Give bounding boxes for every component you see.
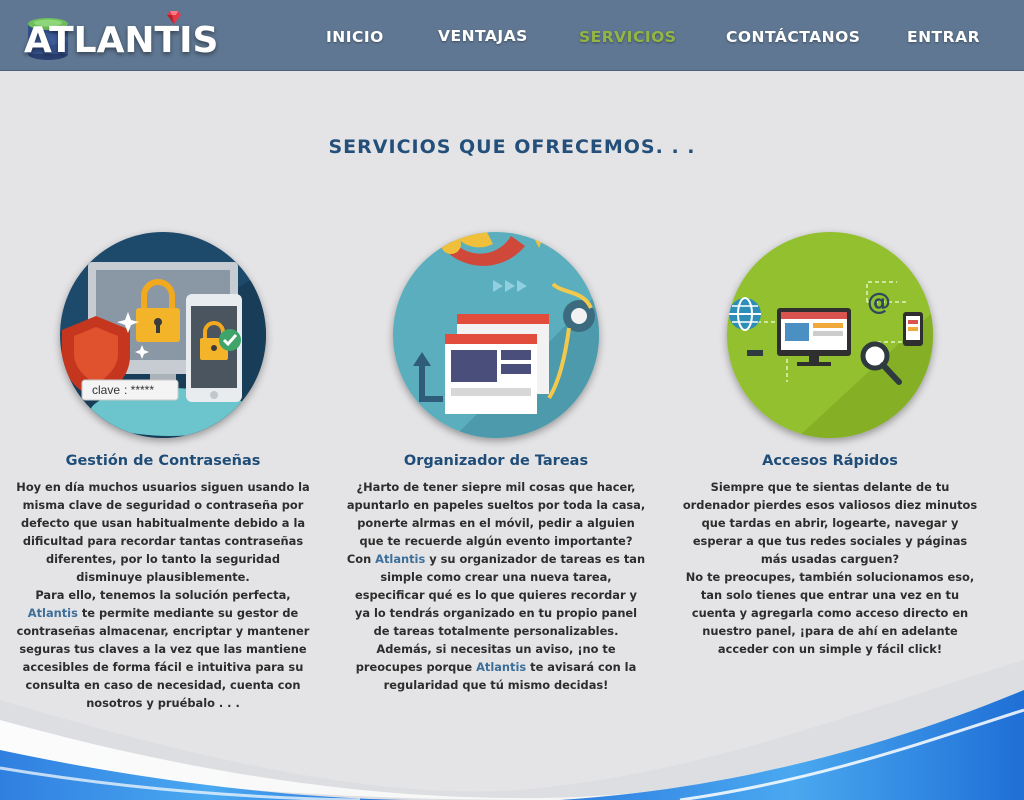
nav-item-inicio[interactable]: INICIO [326, 28, 384, 46]
nav-item-contactanos[interactable]: CONTÁCTANOS [726, 28, 860, 46]
service-title: Organizador de Tareas [403, 453, 589, 469]
background-waves [0, 660, 1024, 800]
nav-item-servicios[interactable]: SERVICIOS [579, 28, 676, 46]
site-header: ATLANTIS INICIO VENTAJAS SERVICIOS CONTÁ… [0, 0, 1024, 71]
page-title: SERVICIOS QUE OFRECEMOS. . . [328, 136, 696, 158]
nav-item-entrar[interactable]: ENTRAR [907, 28, 980, 46]
main-nav: INICIO VENTAJAS SERVICIOS CONTÁCTANOS EN… [0, 27, 1024, 52]
tasks-illustration [393, 232, 599, 438]
brand-link: Atlantis [375, 552, 426, 566]
illustration-value: : ***** [124, 383, 154, 397]
service-title: Accesos Rápidos [762, 453, 898, 469]
shortcuts-illustration: @ [727, 232, 933, 438]
service-title: Gestión de Contraseñas [65, 453, 261, 469]
gem-icon [167, 11, 181, 24]
passwords-illustration: clave : ***** [60, 232, 266, 438]
nav-item-ventajas[interactable]: VENTAJAS [438, 27, 528, 45]
globe-icon [729, 297, 761, 331]
illustration-label: clave [92, 383, 120, 397]
at-sign-icon: @ [867, 288, 891, 316]
